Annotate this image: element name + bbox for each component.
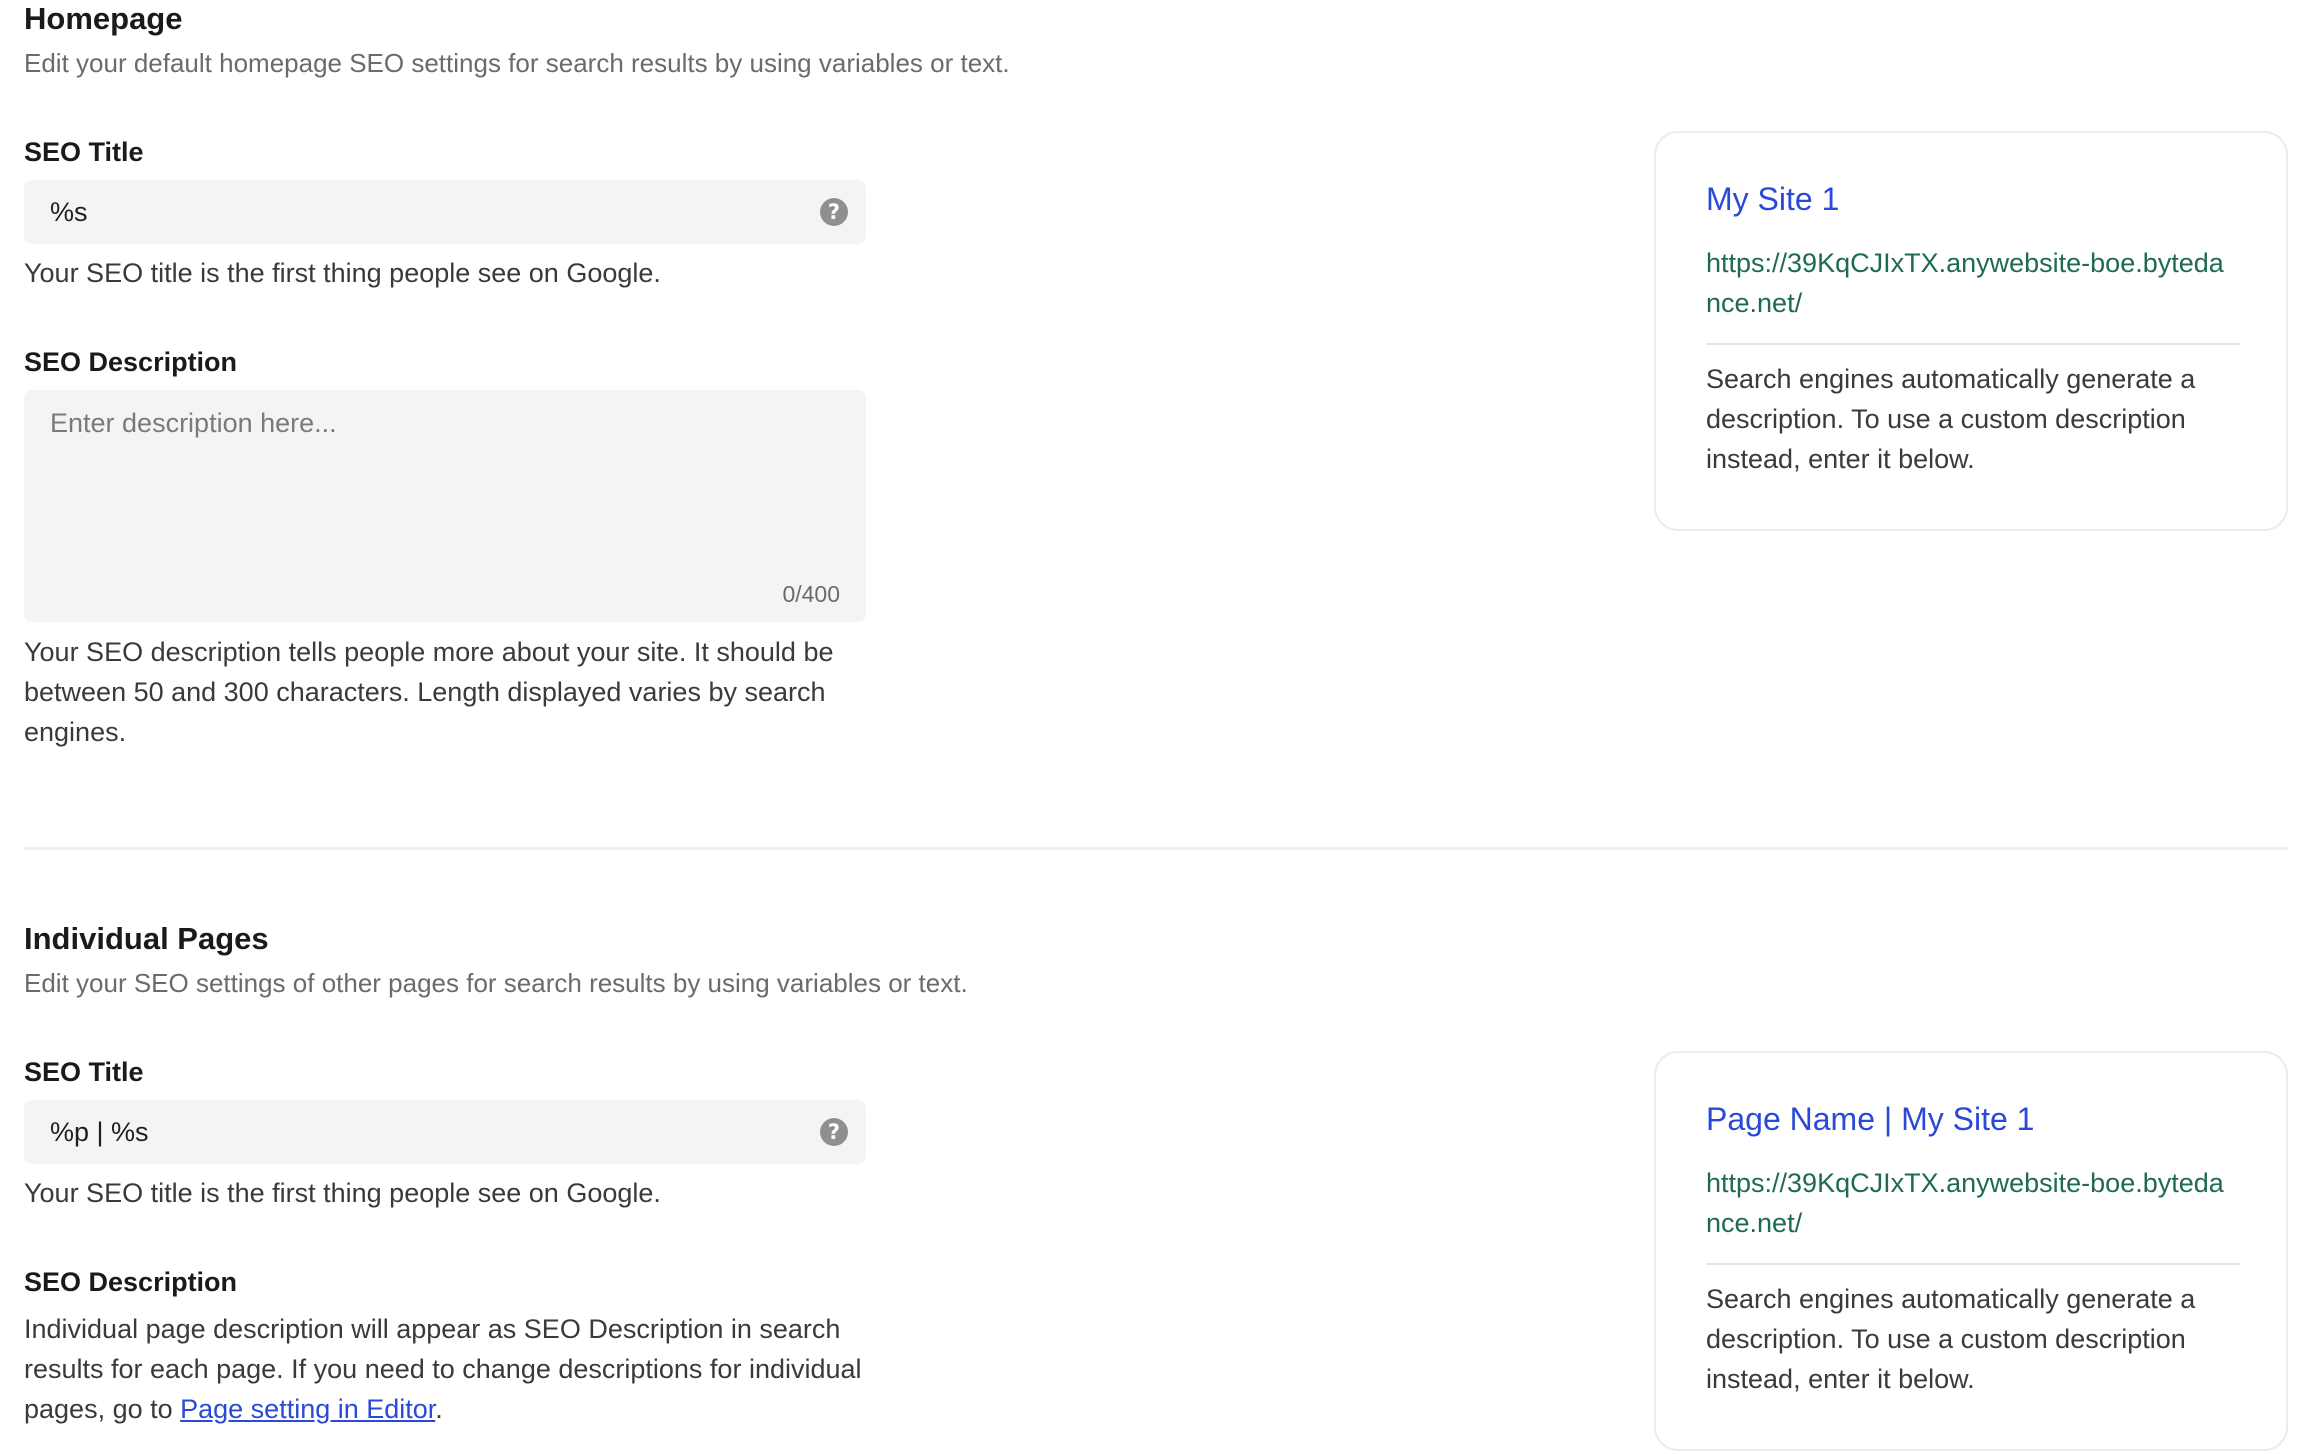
homepage-seo-title-input[interactable]: %s ? — [24, 180, 866, 244]
individual-pages-seo-title-hint: Your SEO title is the first thing people… — [24, 1178, 661, 1208]
page-setting-in-editor-link[interactable]: Page setting in Editor — [180, 1394, 435, 1424]
homepage-preview-divider — [1706, 343, 2240, 345]
homepage-preview-description: Search engines automatically generate a … — [1706, 364, 2196, 474]
individual-pages-seo-title-value: %p | %s — [50, 1117, 149, 1147]
section-divider — [24, 847, 2288, 850]
individual-pages-heading: Individual Pages — [24, 921, 269, 956]
homepage-section: Homepage Edit your default homepage SEO … — [24, 0, 2288, 760]
homepage-seo-description-counter: 0/400 — [782, 581, 840, 607]
homepage-heading: Homepage — [24, 1, 183, 36]
homepage-seo-description-textarea[interactable]: Enter description here... 0/400 — [24, 390, 866, 622]
homepage-seo-description-hint: Your SEO description tells people more a… — [24, 637, 834, 747]
homepage-search-preview-card: My Site 1 https://39KqCJIxTX.anywebsite-… — [1654, 131, 2288, 531]
individual-pages-subtitle: Edit your SEO settings of other pages fo… — [24, 968, 968, 998]
homepage-seo-description-placeholder: Enter description here... — [50, 408, 337, 438]
homepage-seo-title-label: SEO Title — [24, 137, 144, 167]
help-icon[interactable]: ? — [820, 198, 848, 226]
homepage-seo-title-hint: Your SEO title is the first thing people… — [24, 258, 661, 288]
individual-pages-search-preview-card: Page Name | My Site 1 https://39KqCJIxTX… — [1654, 1051, 2288, 1451]
individual-pages-section: Individual Pages Edit your SEO settings … — [24, 920, 2288, 1454]
individual-pages-preview-divider — [1706, 1263, 2240, 1265]
individual-pages-seo-title-input[interactable]: %p | %s ? — [24, 1100, 866, 1164]
individual-pages-seo-title-label: SEO Title — [24, 1057, 144, 1087]
homepage-subtitle: Edit your default homepage SEO settings … — [24, 48, 1010, 78]
homepage-seo-title-value: %s — [50, 197, 88, 227]
individual-pages-seo-description-text: Individual page description will appear … — [24, 1309, 904, 1429]
homepage-preview-url: https://39KqCJIxTX.anywebsite-boe.byteda… — [1706, 248, 2224, 318]
individual-pages-seo-description-label: SEO Description — [24, 1267, 238, 1297]
help-icon[interactable]: ? — [820, 1118, 848, 1146]
individual-pages-preview-url: https://39KqCJIxTX.anywebsite-boe.byteda… — [1706, 1168, 2224, 1238]
individual-pages-preview-description: Search engines automatically generate a … — [1706, 1284, 2196, 1394]
individual-pages-seo-description-text-after: . — [435, 1394, 443, 1424]
homepage-preview-title[interactable]: My Site 1 — [1706, 179, 1839, 219]
homepage-seo-description-label: SEO Description — [24, 347, 238, 377]
individual-pages-preview-title[interactable]: Page Name | My Site 1 — [1706, 1099, 2034, 1139]
